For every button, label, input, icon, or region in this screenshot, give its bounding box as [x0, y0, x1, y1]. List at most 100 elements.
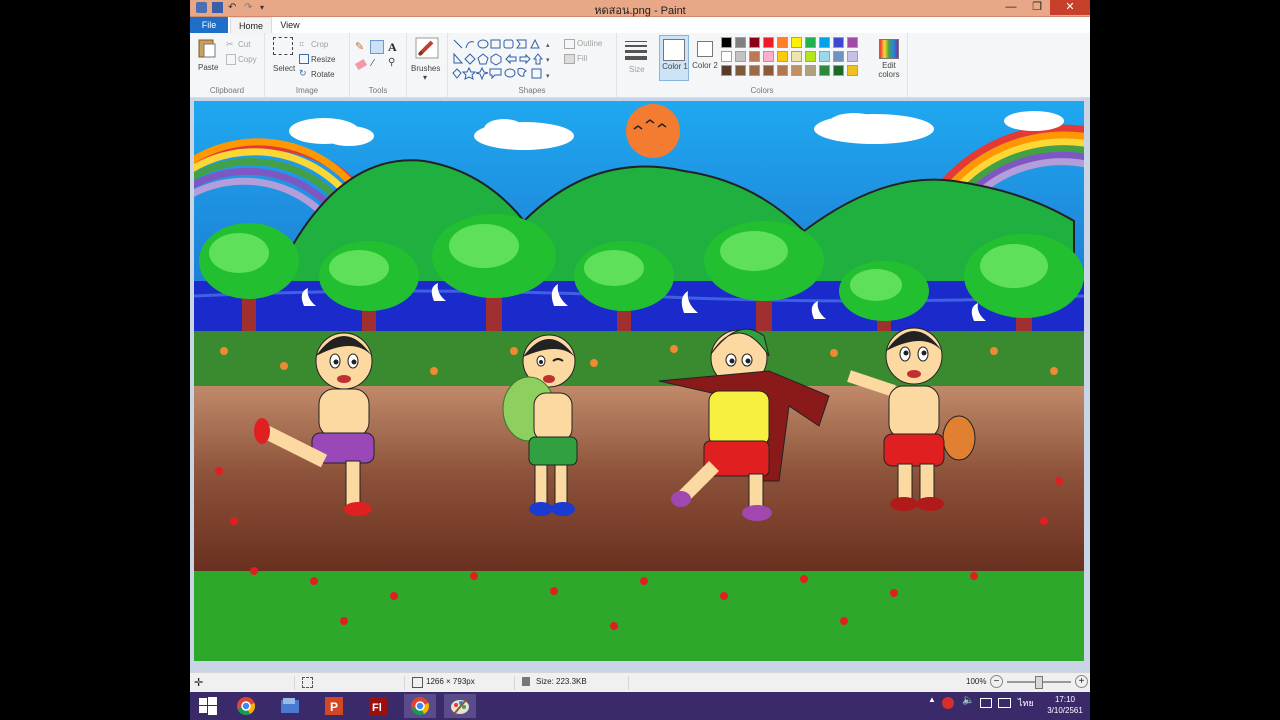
brush-icon — [415, 37, 439, 59]
taskbar-flash[interactable]: Fl — [362, 694, 394, 718]
group-label-clipboard: Clipboard — [209, 86, 245, 95]
color-swatch[interactable] — [721, 37, 732, 48]
select-button[interactable]: Select — [271, 37, 295, 77]
color-swatch[interactable] — [735, 65, 746, 76]
select-icon — [273, 37, 293, 55]
taskbar-powerpoint[interactable]: P — [318, 694, 350, 718]
magnifier-icon[interactable]: ⚲ — [388, 57, 395, 68]
group-label-image: Image — [295, 86, 319, 95]
color-picker-icon[interactable]: ⁄ — [372, 58, 374, 69]
color-swatch[interactable] — [735, 37, 746, 48]
start-button[interactable] — [192, 694, 224, 718]
color-swatch[interactable] — [847, 37, 858, 48]
svg-text:▾: ▾ — [546, 57, 550, 64]
ribbon: Paste ✂ Cut Copy Clipboard Select ⌗ Crop — [190, 33, 1090, 98]
taskbar-paint[interactable] — [444, 694, 476, 718]
file-explorer-icon — [281, 698, 299, 713]
action-center-icon[interactable] — [998, 698, 1011, 708]
color-swatch[interactable] — [777, 37, 788, 48]
color-swatch[interactable] — [833, 37, 844, 48]
zoom-in-button[interactable]: + — [1075, 675, 1088, 688]
taskbar-chrome-2[interactable] — [404, 694, 436, 718]
color-swatch[interactable] — [721, 51, 732, 62]
color1-swatch — [663, 39, 685, 61]
color2-button[interactable]: Color 2 — [691, 35, 719, 81]
fill-bucket-icon[interactable] — [370, 40, 384, 54]
volume-icon[interactable]: 🔈 — [962, 695, 974, 706]
svg-text:Fl: Fl — [372, 702, 382, 714]
pencil-icon[interactable]: ✎ — [355, 41, 367, 53]
color-swatch[interactable] — [763, 37, 774, 48]
size-button[interactable]: Size — [621, 37, 651, 77]
svg-text:▴: ▴ — [546, 42, 550, 49]
edit-colors-button[interactable]: Edit colors — [874, 37, 904, 83]
color-swatch[interactable] — [791, 65, 802, 76]
taskbar: P Fl ▲ 🔈 ไทย 17:10 3/10/2561 — [190, 692, 1090, 720]
color-swatch[interactable] — [749, 65, 760, 76]
color-swatch[interactable] — [805, 65, 816, 76]
color-swatch[interactable] — [735, 51, 746, 62]
color-swatch[interactable] — [847, 51, 858, 62]
color-swatch[interactable] — [805, 37, 816, 48]
antivirus-icon[interactable] — [942, 697, 954, 709]
tab-file[interactable]: File — [190, 17, 228, 33]
taskbar-chrome-1[interactable] — [230, 694, 262, 718]
color1-button[interactable]: Color 1 — [659, 35, 689, 81]
zoom-level: 100% — [966, 677, 987, 686]
group-label-colors: Colors — [750, 86, 774, 95]
canvas-area[interactable] — [190, 98, 1090, 672]
color-swatch[interactable] — [805, 51, 816, 62]
color-swatch[interactable] — [847, 65, 858, 76]
color-swatch[interactable] — [777, 51, 788, 62]
color-swatch[interactable] — [791, 37, 802, 48]
color-swatch[interactable] — [749, 37, 760, 48]
chrome-icon — [237, 697, 255, 715]
color-swatch[interactable] — [777, 65, 788, 76]
group-label-shapes: Shapes — [518, 86, 546, 95]
canvas-dimensions: 1266 × 793px — [426, 677, 475, 686]
close-button[interactable]: ✕ — [1050, 0, 1090, 15]
color-swatch[interactable] — [833, 51, 844, 62]
minimize-button[interactable]: — — [998, 0, 1024, 15]
color-palette — [721, 37, 877, 81]
shapes-gallery[interactable]: ▴ ▾ ▾ — [452, 38, 556, 82]
color-swatch[interactable] — [791, 51, 802, 62]
color-swatch[interactable] — [749, 51, 760, 62]
zoom-slider[interactable] — [1007, 676, 1071, 689]
color-swatch[interactable] — [763, 51, 774, 62]
paste-icon — [198, 39, 216, 58]
cursor-position-icon: ✛ — [194, 677, 204, 689]
input-language[interactable]: ไทย — [1018, 696, 1034, 710]
zoom-out-button[interactable]: − — [990, 675, 1003, 688]
restore-button[interactable]: ❐ — [1024, 0, 1050, 15]
zoom-slider-thumb[interactable] — [1035, 676, 1043, 689]
drawing-canvas[interactable] — [194, 101, 1084, 661]
eraser-icon[interactable] — [354, 58, 368, 71]
resize-icon — [299, 54, 309, 64]
rotate-icon: ↻ — [299, 68, 307, 78]
tools-group: ✎ A ⁄ ⚲ Tools — [350, 33, 407, 97]
file-size: Size: 223.3KB — [536, 677, 587, 686]
color2-swatch — [697, 41, 713, 57]
paste-button[interactable]: Paste — [196, 37, 220, 77]
color-swatch[interactable] — [819, 65, 830, 76]
status-bar: ✛ 1266 × 793px Size: 223.3KB 100% − + — [190, 672, 1090, 693]
tab-view[interactable]: View — [274, 17, 306, 33]
color-swatch[interactable] — [763, 65, 774, 76]
network-icon[interactable] — [980, 698, 992, 708]
group-label-tools: Tools — [368, 86, 388, 95]
brushes-button[interactable]: Brushes ▾ — [411, 37, 443, 83]
taskbar-file-explorer[interactable] — [274, 694, 306, 718]
show-hidden-icons[interactable]: ▲ — [928, 695, 936, 704]
tab-home[interactable]: Home — [230, 17, 272, 34]
color-swatch[interactable] — [819, 51, 830, 62]
color-swatch[interactable] — [721, 65, 732, 76]
thai-children-drawing — [194, 101, 1084, 661]
clock[interactable]: 17:10 3/10/2561 — [1042, 694, 1088, 716]
flash-icon: Fl — [369, 697, 387, 715]
color-swatch[interactable] — [819, 37, 830, 48]
text-icon[interactable]: A — [388, 40, 397, 55]
paint-icon — [451, 699, 469, 715]
color-swatch[interactable] — [833, 65, 844, 76]
canvas-size-icon — [412, 677, 423, 688]
